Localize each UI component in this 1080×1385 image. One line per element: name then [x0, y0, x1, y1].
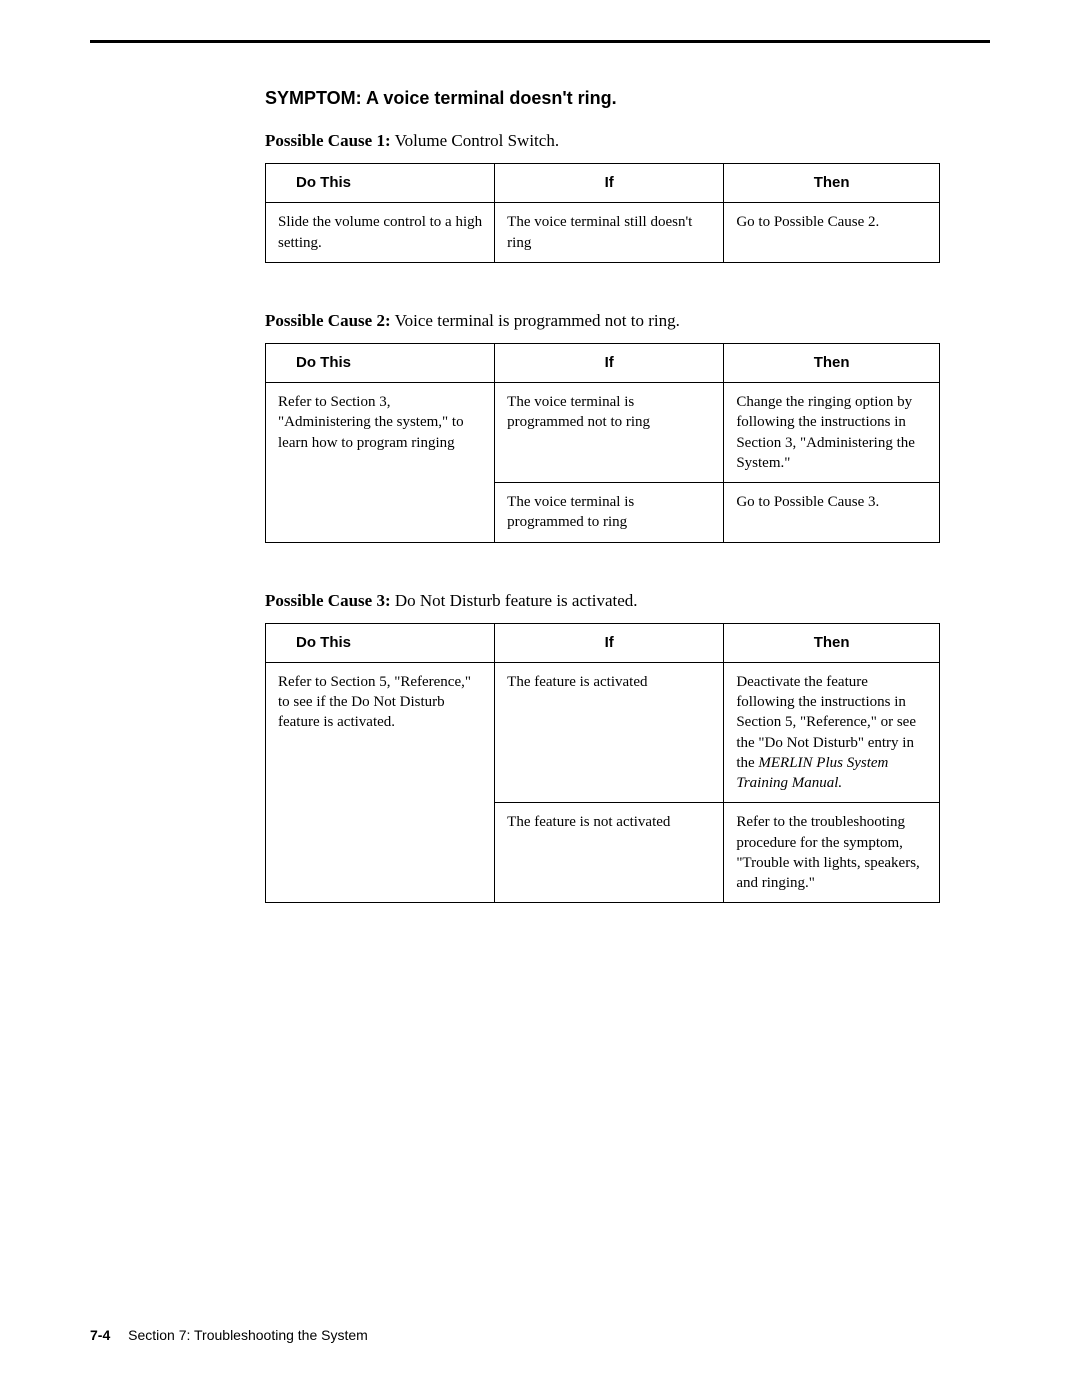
cell-if: The feature is not activated	[495, 803, 724, 903]
header-if: If	[495, 164, 724, 203]
cause2-label: Possible Cause 2:	[265, 311, 391, 330]
cause2-table: Do This If Then Refer to Section 3, "Adm…	[265, 343, 940, 543]
table-header-row: Do This If Then	[266, 343, 940, 382]
cause3-label: Possible Cause 3:	[265, 591, 391, 610]
header-do: Do This	[266, 164, 495, 203]
table-header-row: Do This If Then	[266, 623, 940, 662]
cell-do: Slide the volume control to a high setti…	[266, 203, 495, 263]
cell-do: Refer to Section 3, "Administering the s…	[266, 383, 495, 543]
cause3-table: Do This If Then Refer to Section 5, "Ref…	[265, 623, 940, 904]
footer-section: Section 7: Troubleshooting the System	[128, 1327, 368, 1343]
header-then: Then	[724, 343, 940, 382]
cell-then: Go to Possible Cause 3.	[724, 483, 940, 543]
table-row: Slide the volume control to a high setti…	[266, 203, 940, 263]
page-number: 7-4	[90, 1327, 110, 1343]
cause2-text: Voice terminal is programmed not to ring…	[391, 311, 680, 330]
cell-do: Refer to Section 5, "Reference," to see …	[266, 662, 495, 903]
cause3-text: Do Not Disturb feature is activated.	[391, 591, 638, 610]
table-header-row: Do This If Then	[266, 164, 940, 203]
header-then: Then	[724, 623, 940, 662]
cell-if: The feature is activated	[495, 662, 724, 803]
symptom-title: SYMPTOM: A voice terminal doesn't ring.	[265, 88, 940, 109]
table-row: Refer to Section 3, "Administering the s…	[266, 383, 940, 483]
cause1-label: Possible Cause 1:	[265, 131, 391, 150]
cell-then: Change the ringing option by following t…	[724, 383, 940, 483]
cell-if: The voice terminal still doesn't ring	[495, 203, 724, 263]
cell-if: The voice terminal is programmed to ring	[495, 483, 724, 543]
header-do: Do This	[266, 343, 495, 382]
header-then: Then	[724, 164, 940, 203]
cell-then: Refer to the troubleshooting procedure f…	[724, 803, 940, 903]
then-italic: MERLIN Plus System Training Manual.	[736, 755, 888, 791]
header-if: If	[495, 623, 724, 662]
cause2-title: Possible Cause 2: Voice terminal is prog…	[265, 311, 940, 331]
cause1-table: Do This If Then Slide the volume control…	[265, 163, 940, 263]
cause1-text: Volume Control Switch.	[391, 131, 559, 150]
content-block: SYMPTOM: A voice terminal doesn't ring. …	[265, 88, 940, 903]
table-row: Refer to Section 5, "Reference," to see …	[266, 662, 940, 803]
header-do: Do This	[266, 623, 495, 662]
cell-if: The voice terminal is programmed not to …	[495, 383, 724, 483]
cell-then: Go to Possible Cause 2.	[724, 203, 940, 263]
header-if: If	[495, 343, 724, 382]
cause3-title: Possible Cause 3: Do Not Disturb feature…	[265, 591, 940, 611]
cell-then: Deactivate the feature following the ins…	[724, 662, 940, 803]
footer: 7-4 Section 7: Troubleshooting the Syste…	[90, 1327, 368, 1343]
cause1-title: Possible Cause 1: Volume Control Switch.	[265, 131, 940, 151]
top-rule	[90, 40, 990, 43]
